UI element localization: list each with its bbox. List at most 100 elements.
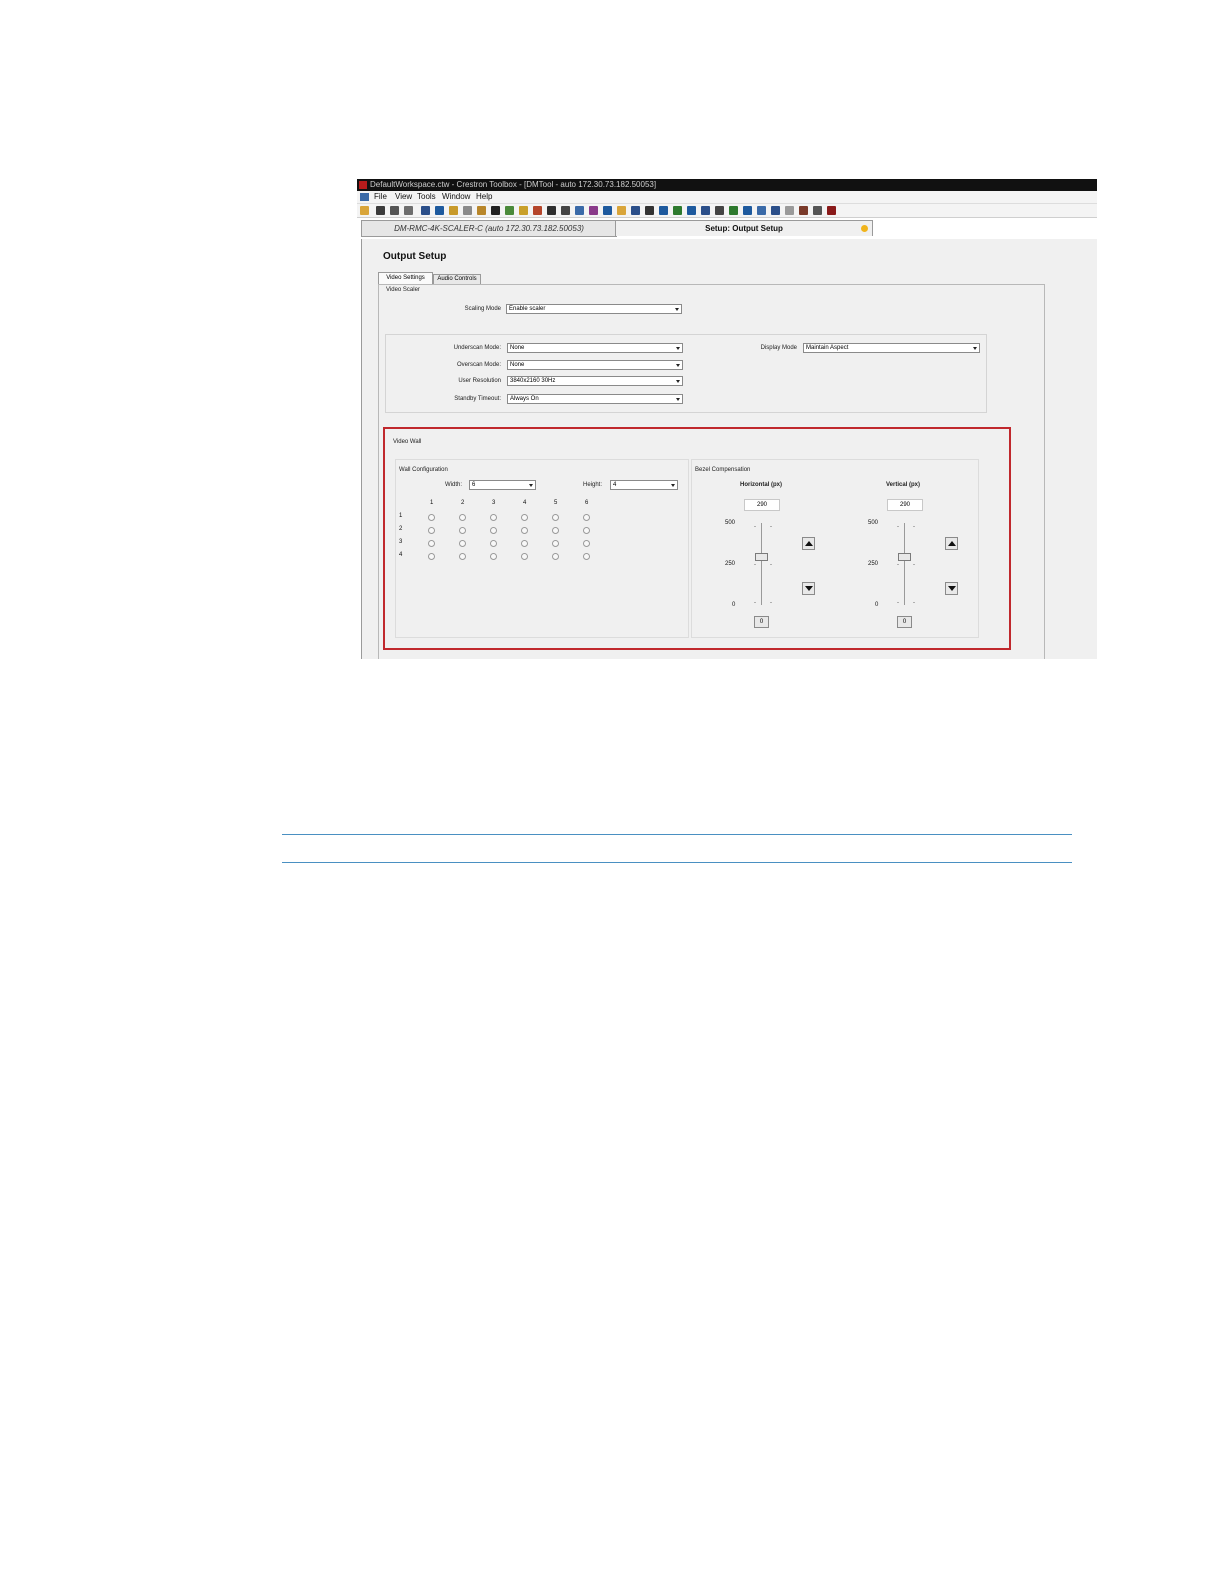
wall-position-radio[interactable]	[459, 553, 466, 560]
wall-position-radio[interactable]	[583, 514, 590, 521]
tool-icon[interactable]	[743, 206, 752, 215]
menu-view[interactable]: View	[395, 191, 412, 203]
tool-icon[interactable]	[771, 206, 780, 215]
tool-icon[interactable]	[799, 206, 808, 215]
tool-icon[interactable]	[435, 206, 444, 215]
wall-position-radio[interactable]	[552, 553, 559, 560]
menu-tools[interactable]: Tools	[417, 191, 436, 203]
tool-icon[interactable]	[813, 206, 822, 215]
vertical-reset-button[interactable]: 0	[897, 616, 912, 628]
connect-icon[interactable]	[404, 206, 413, 215]
vertical-value-field[interactable]: 290	[887, 499, 923, 511]
save-icon[interactable]	[376, 206, 385, 215]
tool-icon[interactable]	[547, 206, 556, 215]
tool-icon[interactable]	[491, 206, 500, 215]
wall-position-radio[interactable]	[428, 527, 435, 534]
user-resolution-select[interactable]: 3840x2160 30Hz	[507, 376, 683, 386]
wall-position-radio[interactable]	[490, 514, 497, 521]
tool-icon[interactable]	[589, 206, 598, 215]
wall-position-radio[interactable]	[459, 514, 466, 521]
menu-file[interactable]: File	[374, 191, 387, 203]
app-screenshot: DefaultWorkspace.ctw - Crestron Toolbox …	[357, 179, 1097, 659]
vertical-increment-button[interactable]	[945, 537, 958, 550]
vertical-slider-track[interactable]	[904, 523, 905, 605]
tool-icon[interactable]	[729, 206, 738, 215]
tab-output-setup[interactable]: Setup: Output Setup	[615, 220, 873, 236]
horizontal-increment-button[interactable]	[802, 537, 815, 550]
wall-position-radio[interactable]	[521, 514, 528, 521]
tool-icon[interactable]	[659, 206, 668, 215]
underscan-mode-select[interactable]: None	[507, 343, 683, 353]
wall-position-radio[interactable]	[521, 527, 528, 534]
tool-icon[interactable]	[561, 206, 570, 215]
tool-icon[interactable]	[785, 206, 794, 215]
height-select[interactable]: 4	[610, 480, 678, 490]
vertical-decrement-button[interactable]	[945, 582, 958, 595]
menu-bar: File View Tools Window Help	[357, 191, 1097, 204]
wall-position-radio[interactable]	[583, 527, 590, 534]
wall-position-radio[interactable]	[552, 527, 559, 534]
overscan-mode-select[interactable]: None	[507, 360, 683, 370]
tab-device[interactable]: DM-RMC-4K-SCALER-C (auto 172.30.73.182.5…	[361, 220, 617, 237]
slider-tick	[770, 564, 772, 565]
display-mode-select[interactable]: Maintain Aspect	[803, 343, 980, 353]
width-label: Width:	[445, 482, 463, 488]
close-icon[interactable]	[390, 206, 399, 215]
tool-icon[interactable]	[631, 206, 640, 215]
warning-icon	[861, 225, 868, 232]
tool-icon[interactable]	[701, 206, 710, 215]
wall-position-radio[interactable]	[583, 553, 590, 560]
wall-position-radio[interactable]	[521, 553, 528, 560]
tool-icon[interactable]	[673, 206, 682, 215]
horizontal-value-field[interactable]: 290	[744, 499, 780, 511]
wall-position-radio[interactable]	[490, 553, 497, 560]
horizontal-reset-button[interactable]: 0	[754, 616, 769, 628]
wall-position-radio[interactable]	[552, 514, 559, 521]
tool-icon[interactable]	[757, 206, 766, 215]
open-icon[interactable]	[360, 206, 369, 215]
tool-icon[interactable]	[687, 206, 696, 215]
tool-icon[interactable]	[603, 206, 612, 215]
slider-tick	[913, 602, 915, 603]
tool-icon[interactable]	[449, 206, 458, 215]
slider-tick	[913, 564, 915, 565]
toolbox-icon[interactable]	[360, 193, 369, 201]
tool-icon[interactable]	[715, 206, 724, 215]
wall-position-radio[interactable]	[428, 553, 435, 560]
tool-icon[interactable]	[827, 206, 836, 215]
wall-position-radio[interactable]	[459, 527, 466, 534]
tool-icon[interactable]	[519, 206, 528, 215]
slider-tick	[770, 602, 772, 603]
tool-icon[interactable]	[421, 206, 430, 215]
vertical-slider-thumb[interactable]	[898, 553, 911, 562]
menu-window[interactable]: Window	[442, 191, 470, 203]
wall-position-radio[interactable]	[490, 527, 497, 534]
horizontal-slider-thumb[interactable]	[755, 553, 768, 562]
wall-position-radio[interactable]	[552, 540, 559, 547]
tool-icon[interactable]	[645, 206, 654, 215]
wall-position-radio[interactable]	[583, 540, 590, 547]
chevron-down-icon	[671, 484, 675, 487]
tool-icon[interactable]	[575, 206, 584, 215]
column-number: 1	[430, 500, 434, 506]
tool-icon[interactable]	[477, 206, 486, 215]
wall-position-radio[interactable]	[428, 514, 435, 521]
tool-icon[interactable]	[533, 206, 542, 215]
horizontal-slider-track[interactable]	[761, 523, 762, 605]
wall-position-radio[interactable]	[428, 540, 435, 547]
horizontal-decrement-button[interactable]	[802, 582, 815, 595]
tool-icon[interactable]	[617, 206, 626, 215]
wall-position-radio[interactable]	[521, 540, 528, 547]
wall-position-radio[interactable]	[490, 540, 497, 547]
slider-tick	[754, 564, 756, 565]
menu-help[interactable]: Help	[476, 191, 492, 203]
wall-position-radio[interactable]	[459, 540, 466, 547]
arrow-up-icon	[805, 541, 813, 546]
scaling-mode-select[interactable]: Enable scaler	[506, 304, 682, 314]
info-icon[interactable]	[463, 206, 472, 215]
tab-video-settings[interactable]: Video Settings	[378, 272, 433, 284]
tool-icon[interactable]	[505, 206, 514, 215]
arrow-down-icon	[948, 586, 956, 591]
width-select[interactable]: 6	[469, 480, 536, 490]
standby-timeout-select[interactable]: Always On	[507, 394, 683, 404]
